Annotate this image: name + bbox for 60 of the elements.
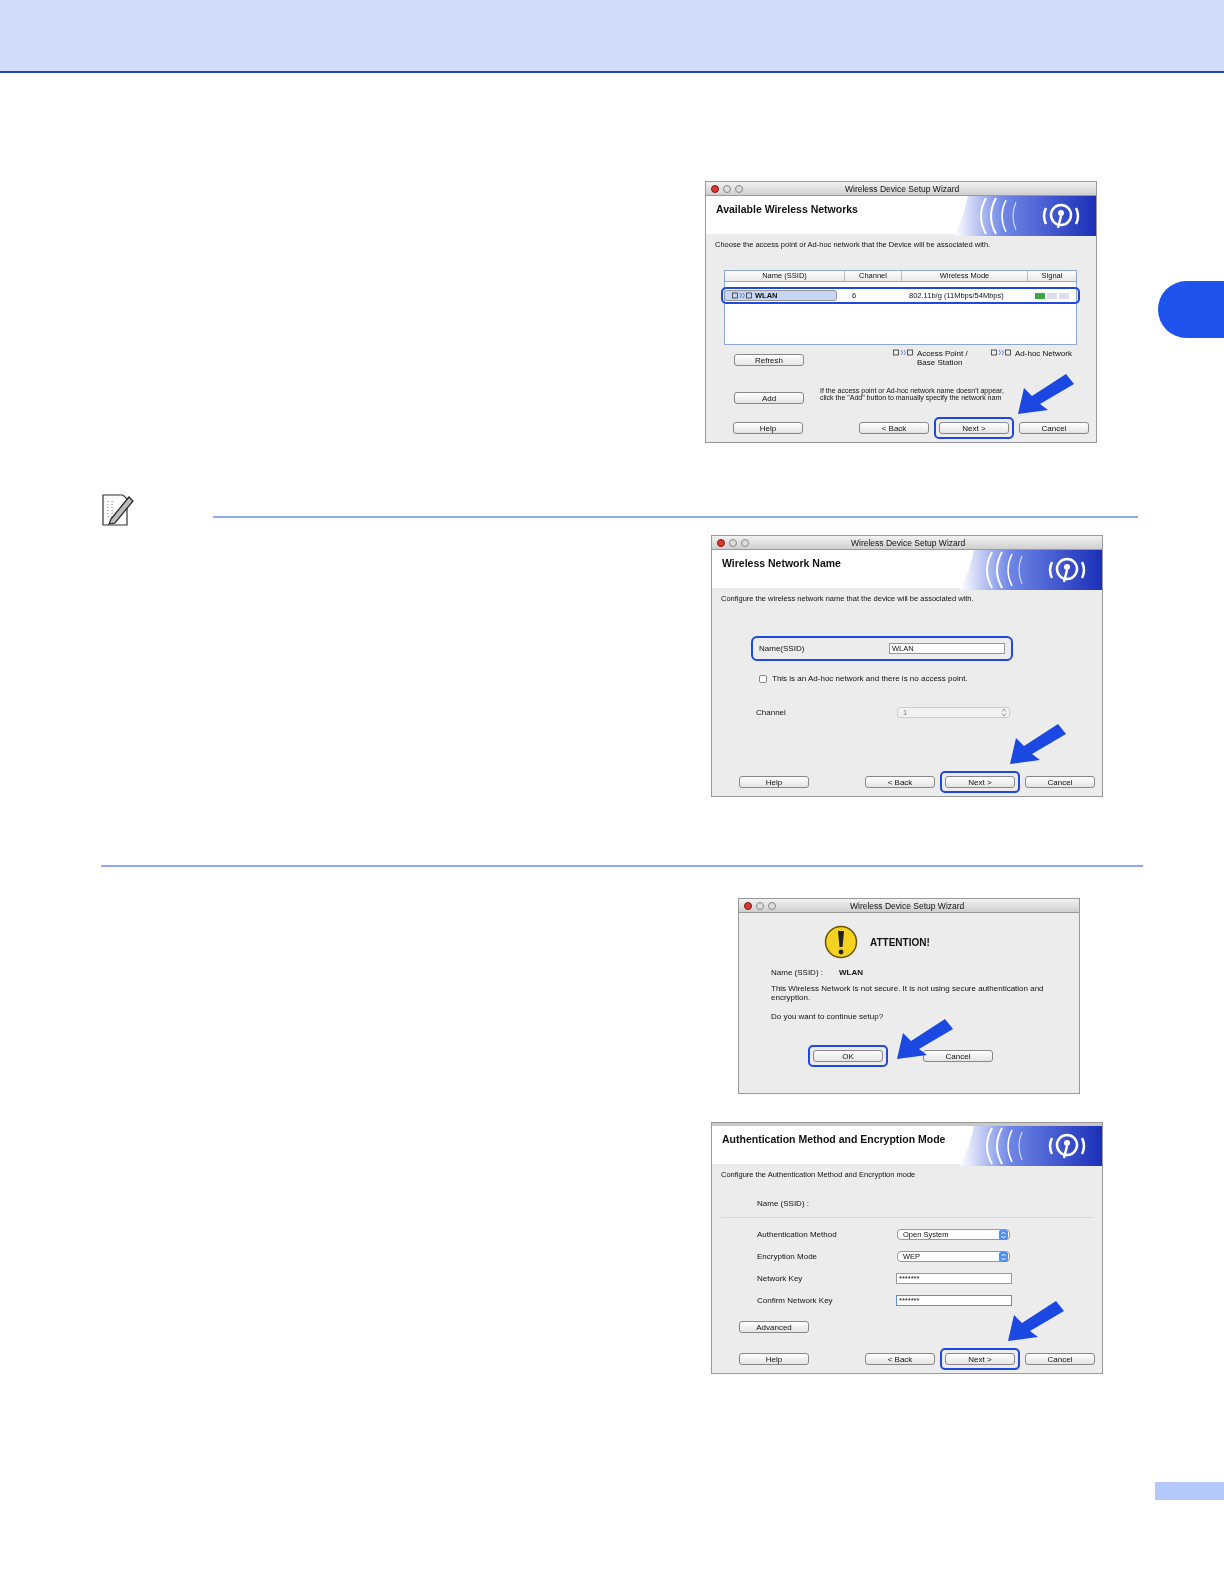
access-point-icon xyxy=(893,349,913,356)
field-label: Confirm Network Key xyxy=(757,1296,834,1305)
zoom-button[interactable] xyxy=(768,901,776,910)
wizard-button[interactable]: Next > xyxy=(939,422,1009,434)
close-button[interactable] xyxy=(717,538,725,547)
wizard-button[interactable]: Next > xyxy=(945,1353,1015,1365)
pointer-arrow xyxy=(1008,722,1068,766)
minimize-button[interactable] xyxy=(723,184,731,193)
note-pencil-icon xyxy=(101,491,135,527)
signal-bars-icon xyxy=(1035,292,1069,299)
checkbox-label: This is an Ad-hoc network and there is no access point. xyxy=(772,674,968,683)
question-text: Do you want to continue setup? xyxy=(771,1012,885,1021)
close-button[interactable] xyxy=(711,184,719,193)
window-title: Wireless Device Setup Wizard xyxy=(850,900,965,911)
pointer-arrow xyxy=(1006,1299,1066,1343)
page-heading: Wireless Network Name xyxy=(721,556,841,571)
wizard-button[interactable]: Cancel xyxy=(1025,776,1095,788)
dialog-heading: ATTENTION! xyxy=(870,936,930,948)
access-point-icon xyxy=(732,292,752,299)
access-point-icon xyxy=(991,349,1011,356)
ssid-value: WLAN xyxy=(839,968,863,977)
field-label: Encryption Mode xyxy=(757,1252,819,1261)
wizard-button[interactable]: Help xyxy=(739,1353,809,1365)
minimize-button[interactable] xyxy=(756,901,764,910)
popup-arrows-icon xyxy=(999,1229,1008,1240)
warning-icon xyxy=(824,925,858,959)
zoom-button[interactable] xyxy=(735,184,743,193)
wizard-button[interactable]: < Back xyxy=(859,422,929,434)
checkbox[interactable] xyxy=(759,674,767,683)
field-label: Channel xyxy=(756,708,787,717)
pointer-arrow xyxy=(1016,372,1076,416)
advanced-button[interactable]: Advanced xyxy=(739,1321,809,1333)
field-label: Network Key xyxy=(757,1274,804,1283)
zoom-button[interactable] xyxy=(741,538,749,547)
field-label: Name(SSID) xyxy=(759,644,805,653)
wizard-button[interactable]: < Back xyxy=(865,1353,935,1365)
warning-message: This Wireless Network is not secure. It is not using secure authentication and encryption. xyxy=(771,984,1045,1002)
wizard-button[interactable]: Next > xyxy=(945,776,1015,788)
field-label: Name (SSID) : xyxy=(771,968,823,977)
wizard-button[interactable]: Cancel xyxy=(1025,1353,1095,1365)
refresh-button[interactable]: Refresh xyxy=(734,354,804,366)
dialog-button[interactable]: OK xyxy=(813,1050,883,1062)
stepper-arrows-icon xyxy=(1001,708,1007,717)
page-heading: Authentication Method and Encryption Mode xyxy=(721,1132,946,1147)
wizard-button[interactable]: Help xyxy=(733,422,803,434)
popup-arrows-icon xyxy=(999,1251,1008,1262)
window-title: Wireless Device Setup Wizard xyxy=(845,183,960,194)
legend-label: Ad-hoc Network xyxy=(1015,349,1072,358)
wizard-button[interactable]: Help xyxy=(739,776,809,788)
wizard-button[interactable]: < Back xyxy=(865,776,935,788)
close-button[interactable] xyxy=(744,901,752,910)
window-title: Wireless Device Setup Wizard xyxy=(851,537,966,548)
wizard-button[interactable]: Cancel xyxy=(1019,422,1089,434)
legend-label: Access Point / Base Station xyxy=(917,349,969,367)
field-label: Name (SSID) : xyxy=(757,1199,810,1208)
minimize-button[interactable] xyxy=(729,538,737,547)
add-button[interactable]: Add xyxy=(734,392,804,404)
dialog-button[interactable]: Cancel xyxy=(923,1050,993,1062)
page-heading: Available Wireless Networks xyxy=(715,202,858,217)
field-label: Authentication Method xyxy=(757,1230,838,1239)
